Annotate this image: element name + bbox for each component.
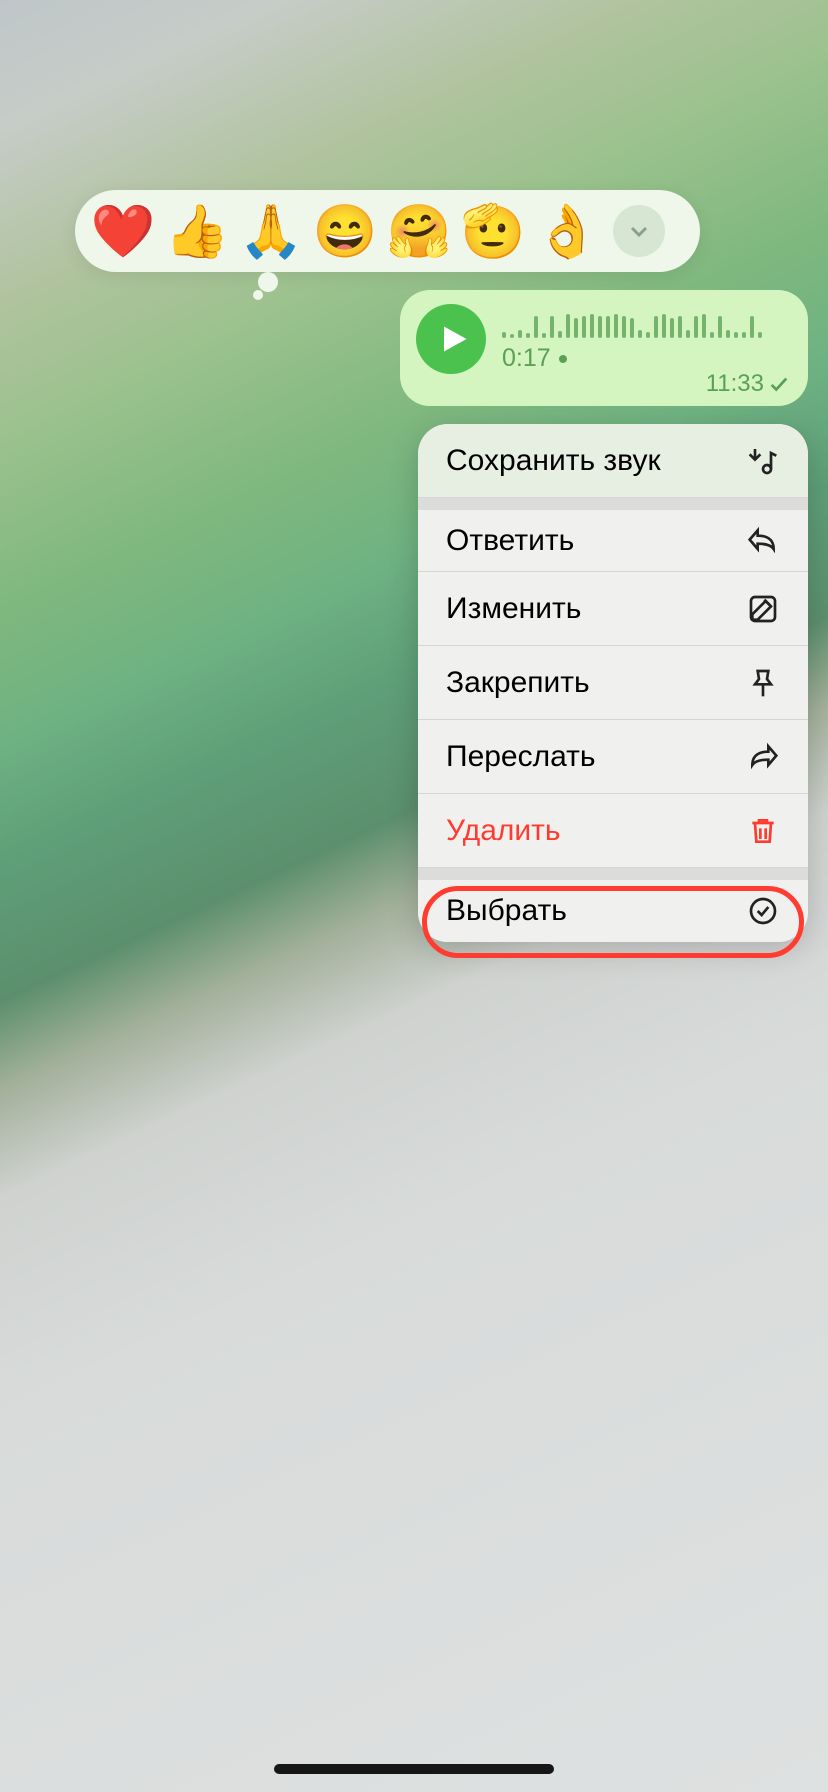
waveform xyxy=(502,308,792,338)
reaction-bar: ❤️ 👍 🙏 😄 🤗 🫡 👌 xyxy=(75,190,700,272)
menu-label: Удалить xyxy=(446,814,561,848)
forward-icon xyxy=(746,740,780,774)
duration-text: 0:17 xyxy=(502,344,551,373)
message-timestamp: 11:33 xyxy=(706,370,790,398)
context-menu: Сохранить звук Ответить Изменить Закрепи… xyxy=(418,424,808,942)
menu-save-sound[interactable]: Сохранить звук xyxy=(418,424,808,498)
menu-label: Изменить xyxy=(446,592,581,626)
voice-meta: 0:17 xyxy=(502,304,792,373)
trash-icon xyxy=(746,814,780,848)
pin-icon xyxy=(746,666,780,700)
reaction-hug[interactable]: 🤗 xyxy=(387,199,451,263)
menu-select[interactable]: Выбрать xyxy=(418,868,808,942)
play-button[interactable] xyxy=(416,304,486,374)
check-circle-icon xyxy=(746,894,780,928)
menu-pin[interactable]: Закрепить xyxy=(418,646,808,720)
download-audio-icon xyxy=(746,444,780,478)
reaction-pray[interactable]: 🙏 xyxy=(239,199,303,263)
timestamp-text: 11:33 xyxy=(706,370,764,398)
menu-edit[interactable]: Изменить xyxy=(418,572,808,646)
chevron-down-icon xyxy=(627,219,651,243)
reaction-thumbs-up[interactable]: 👍 xyxy=(165,199,229,263)
menu-label: Закрепить xyxy=(446,666,590,700)
voice-duration: 0:17 xyxy=(502,344,792,373)
voice-message-bubble[interactable]: 0:17 11:33 xyxy=(400,290,808,406)
edit-icon xyxy=(746,592,780,626)
menu-label: Переслать xyxy=(446,740,596,774)
reaction-salute[interactable]: 🫡 xyxy=(461,199,525,263)
menu-label: Ответить xyxy=(446,524,574,558)
menu-forward[interactable]: Переслать xyxy=(418,720,808,794)
play-icon xyxy=(439,322,469,356)
reply-icon xyxy=(746,524,780,558)
reaction-bar-tail xyxy=(253,270,283,300)
menu-label: Выбрать xyxy=(446,894,567,928)
reaction-more-button[interactable] xyxy=(613,205,665,257)
home-indicator[interactable] xyxy=(274,1764,554,1774)
menu-delete[interactable]: Удалить xyxy=(418,794,808,868)
reaction-grin[interactable]: 😄 xyxy=(313,199,377,263)
reaction-heart[interactable]: ❤️ xyxy=(91,199,155,263)
sent-check-icon xyxy=(768,373,790,395)
menu-reply[interactable]: Ответить xyxy=(418,498,808,572)
menu-label: Сохранить звук xyxy=(446,444,661,478)
unread-dot-icon xyxy=(559,355,567,363)
reaction-ok[interactable]: 👌 xyxy=(535,199,599,263)
